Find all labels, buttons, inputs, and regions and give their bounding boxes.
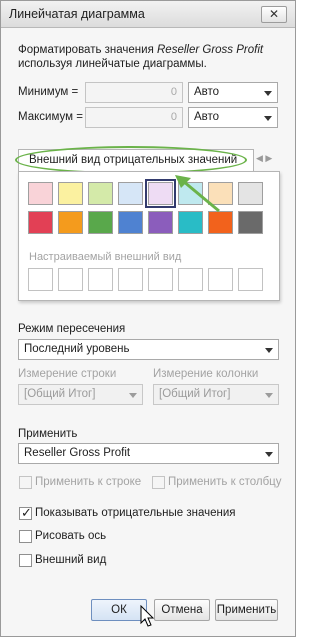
apply-to-column-checkbox[interactable]	[152, 476, 165, 489]
draw-axis-label: Рисовать ось	[35, 530, 107, 542]
chevron-down-icon	[129, 393, 137, 398]
color-swatch[interactable]	[238, 182, 263, 205]
apply-to-column-label: Применить к столбцу	[168, 476, 282, 488]
custom-appearance-label: Настраиваемый внешний вид	[29, 251, 182, 263]
appearance-label: Внешний вид	[35, 554, 107, 566]
cancel-button[interactable]: Отмена	[154, 599, 210, 621]
chevron-down-icon	[265, 348, 273, 353]
color-swatch[interactable]	[88, 182, 113, 205]
chevron-down-icon	[264, 116, 272, 121]
chevron-down-icon	[265, 452, 273, 457]
custom-color-swatch[interactable]	[238, 268, 263, 291]
color-swatch[interactable]	[118, 182, 143, 205]
color-swatch[interactable]	[28, 211, 53, 234]
apply-to-row-label: Применить к строке	[35, 476, 142, 488]
custom-color-swatch[interactable]	[148, 268, 173, 291]
chevron-down-icon	[265, 393, 273, 398]
color-swatch[interactable]	[238, 211, 263, 234]
column-dimension-select[interactable]: [Общий Итог]	[153, 384, 279, 405]
custom-color-swatch[interactable]	[88, 268, 113, 291]
row-dimension-label: Измерение строки	[18, 368, 117, 380]
title-bar: Линейчатая диаграмма ✕	[1, 1, 295, 28]
intersection-mode-select[interactable]: Последний уровень	[18, 339, 279, 360]
apply-to-row-checkbox[interactable]	[19, 476, 32, 489]
color-swatch[interactable]	[118, 211, 143, 234]
custom-color-swatch[interactable]	[178, 268, 203, 291]
intersection-mode-label: Режим пересечения	[18, 323, 126, 335]
minimum-mode-select[interactable]: Авто	[188, 82, 278, 103]
show-negative-label: Показывать отрицательные значения	[35, 507, 236, 519]
color-swatch[interactable]	[58, 182, 83, 205]
close-button[interactable]: ✕	[261, 6, 287, 23]
apply-button[interactable]: Применить	[215, 599, 278, 621]
ok-button[interactable]: ОК	[91, 599, 147, 621]
maximum-label: Максимум =	[18, 111, 83, 123]
checkmark-icon: ✓	[21, 505, 32, 520]
annotation-arrow-icon	[175, 175, 220, 213]
tab-scroll-arrows-icon[interactable]: ◀ ▶	[256, 153, 272, 164]
maximum-mode-select[interactable]: Авто	[188, 107, 278, 128]
minimum-input[interactable]: 0	[85, 82, 183, 103]
appearance-checkbox[interactable]	[19, 554, 32, 567]
highlight-ellipse	[15, 146, 247, 174]
mouse-cursor-icon	[140, 605, 155, 627]
color-swatch[interactable]	[88, 211, 113, 234]
close-icon: ✕	[268, 7, 280, 21]
column-dimension-label: Измерение колонки	[153, 368, 259, 380]
maximum-input[interactable]: 0	[85, 107, 183, 128]
apply-label: Применить	[18, 428, 78, 440]
custom-color-swatch[interactable]	[208, 268, 233, 291]
custom-color-swatch[interactable]	[58, 268, 83, 291]
color-swatch[interactable]	[28, 182, 53, 205]
row-dimension-select[interactable]: [Общий Итог]	[18, 384, 143, 405]
color-palette-panel: Настраиваемый внешний вид	[18, 171, 280, 301]
custom-color-swatch[interactable]	[118, 268, 143, 291]
chevron-down-icon	[264, 91, 272, 96]
dialog-window: Линейчатая диаграмма ✕ Форматировать зна…	[0, 0, 296, 637]
measure-name: Reseller Gross Profit	[157, 44, 264, 56]
minimum-label: Минимум =	[18, 86, 79, 98]
dialog-title: Линейчатая диаграмма	[9, 7, 145, 21]
description-text: Форматировать значения Reseller Gross Pr…	[18, 44, 264, 70]
apply-select[interactable]: Reseller Gross Profit	[18, 443, 279, 464]
color-swatch[interactable]	[58, 211, 83, 234]
show-negative-checkbox[interactable]: ✓	[19, 505, 32, 520]
draw-axis-checkbox[interactable]	[19, 530, 32, 543]
custom-color-swatch[interactable]	[28, 268, 53, 291]
